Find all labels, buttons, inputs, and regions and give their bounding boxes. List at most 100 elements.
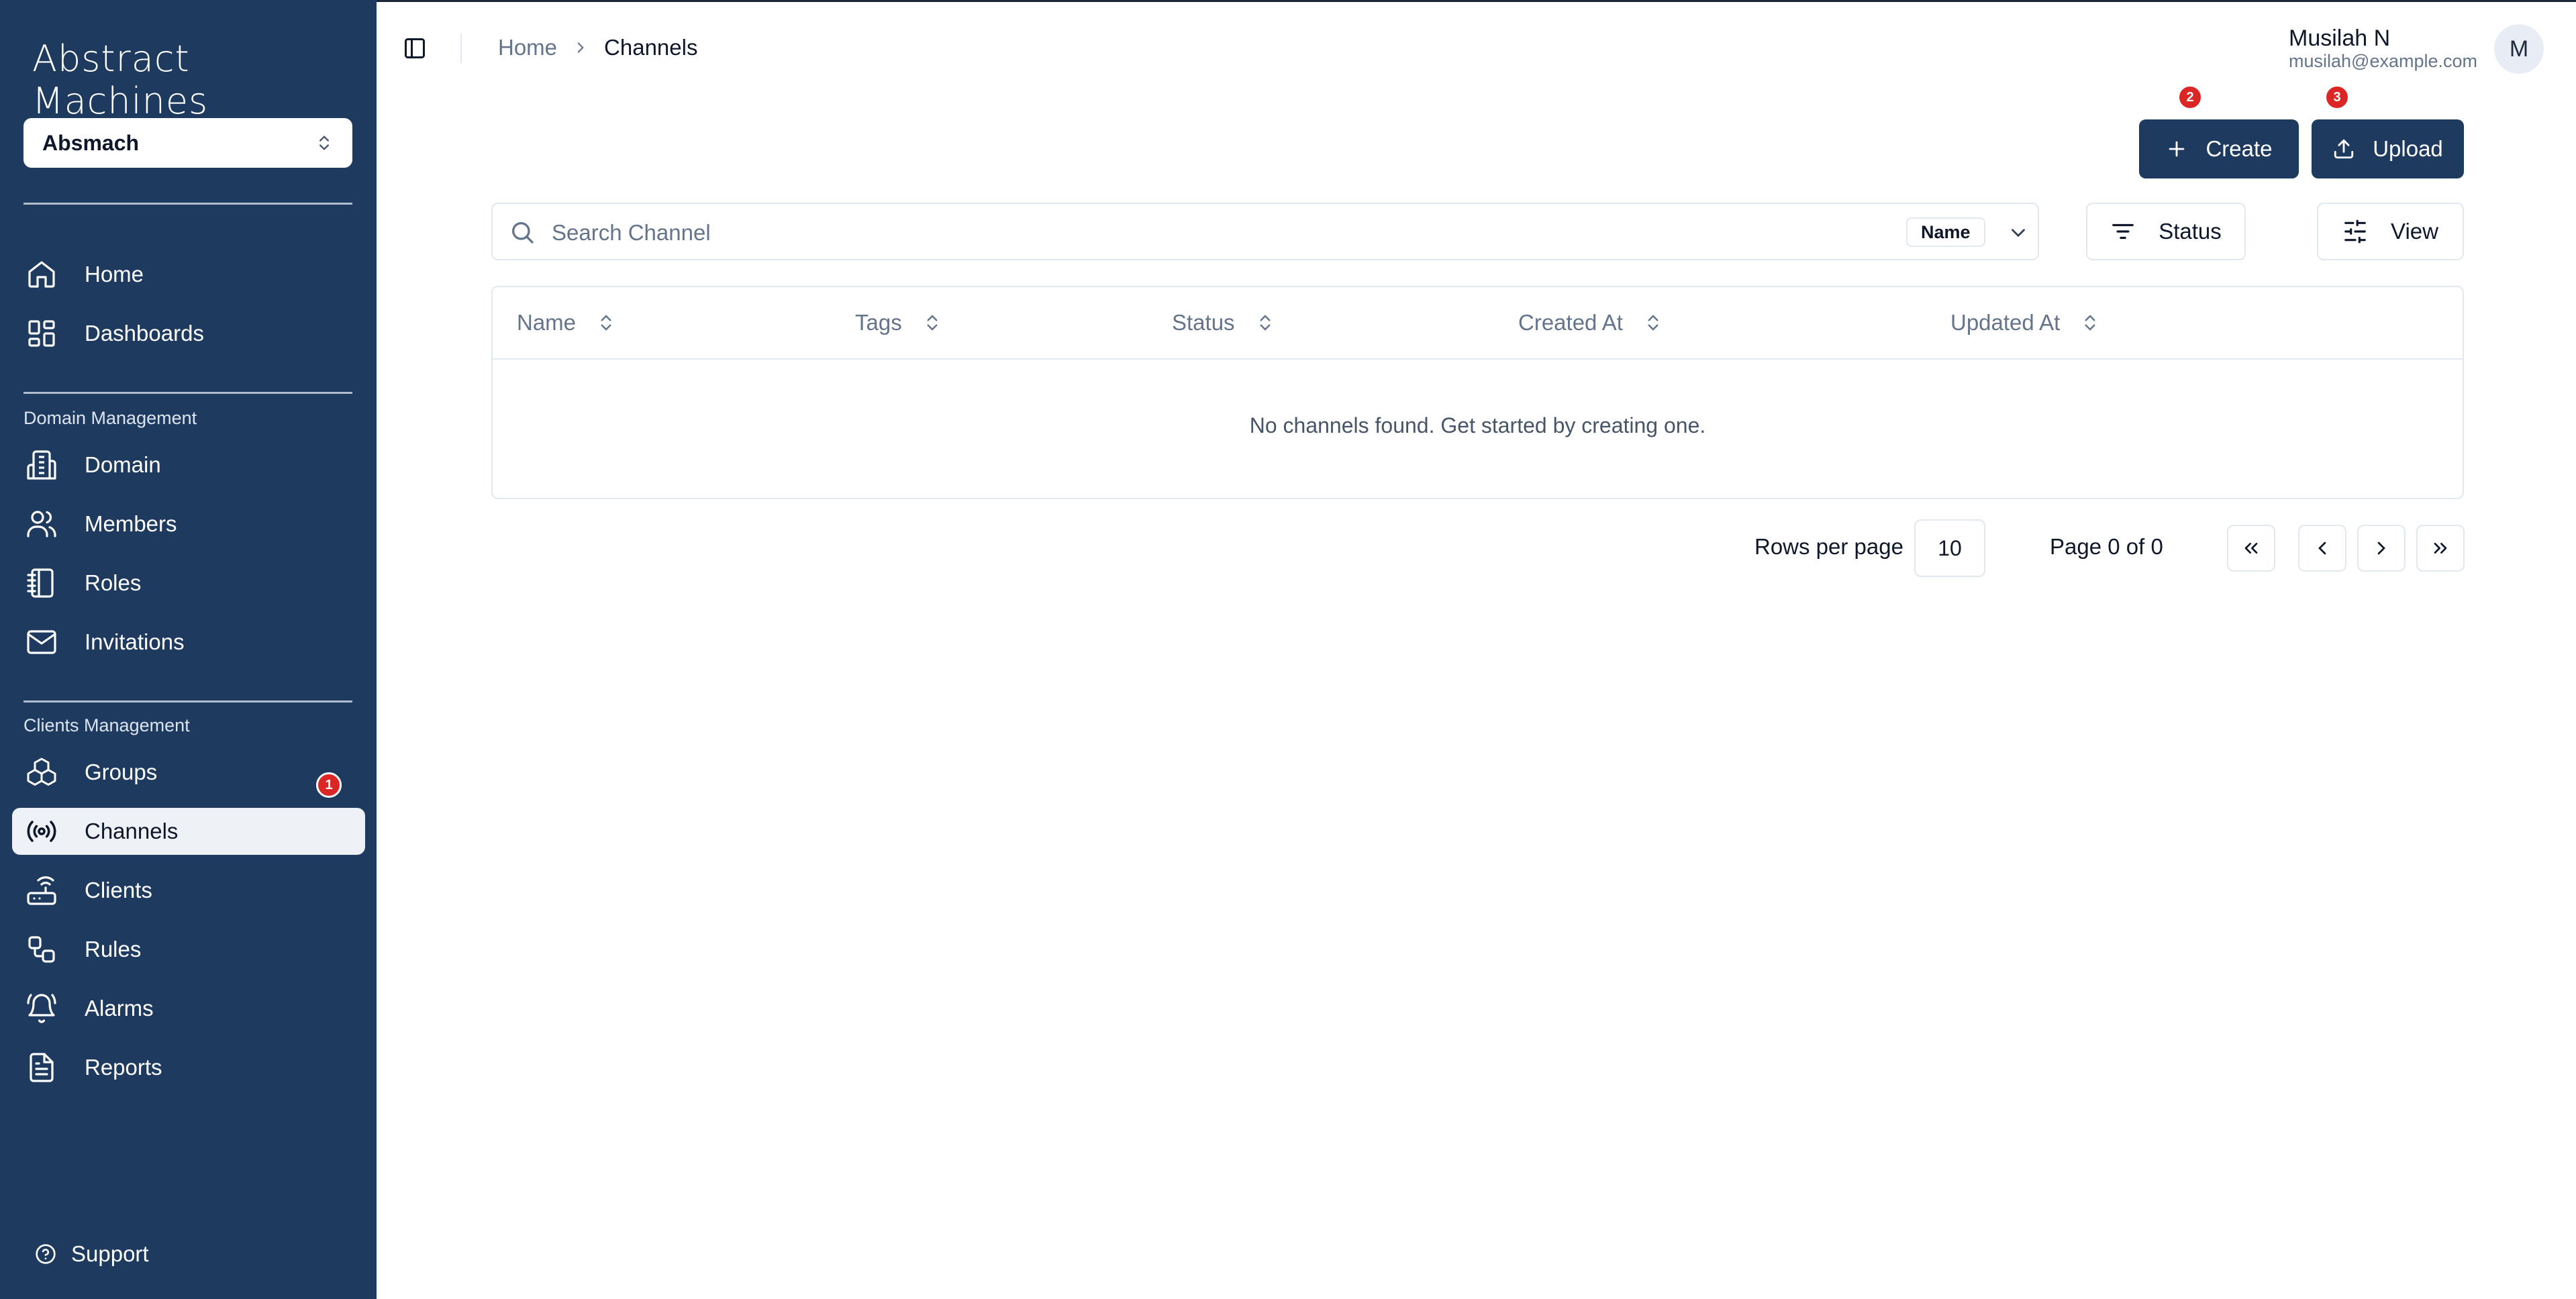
upload-label: Upload bbox=[2373, 136, 2443, 161]
chevron-right-icon bbox=[2377, 541, 2385, 555]
sidebar-item-label: Groups bbox=[85, 760, 158, 784]
column-header-status[interactable]: Status bbox=[1172, 310, 1275, 335]
chevron-up-down-icon bbox=[319, 136, 329, 150]
sidebar-toggle-icon[interactable] bbox=[403, 36, 427, 60]
last-page-button[interactable] bbox=[2416, 525, 2465, 572]
column-label: Tags bbox=[855, 310, 902, 335]
dashboard-icon bbox=[24, 316, 59, 351]
domain-selector[interactable]: Absmach bbox=[23, 118, 352, 168]
app-logo[interactable]: Abstract Machines bbox=[32, 38, 377, 122]
status-filter-label: Status bbox=[2159, 219, 2222, 244]
section-label-clients-management: Clients Management bbox=[23, 715, 190, 735]
sidebar-divider bbox=[23, 203, 352, 205]
column-label: Updated At bbox=[1950, 310, 2061, 335]
sidebar-item-label: Reports bbox=[85, 1055, 162, 1080]
search-field-select[interactable]: Name bbox=[1906, 217, 1985, 247]
table-header: Name Tags Status Created At Updated At bbox=[493, 287, 2463, 360]
home-icon bbox=[24, 257, 59, 292]
sidebar-item-invitations[interactable]: Invitations bbox=[12, 619, 365, 666]
rows-per-page-select[interactable]: 10 bbox=[1914, 519, 1985, 577]
top-border bbox=[0, 0, 2576, 2]
users-icon bbox=[24, 507, 59, 541]
workflow-icon bbox=[24, 932, 59, 967]
building-icon bbox=[24, 448, 59, 482]
sidebar-item-reports[interactable]: Reports bbox=[12, 1044, 365, 1091]
notebook-icon bbox=[24, 566, 59, 601]
column-header-tags[interactable]: Tags bbox=[855, 310, 942, 335]
sidebar-item-home[interactable]: Home bbox=[12, 251, 365, 298]
boxes-icon bbox=[24, 755, 59, 790]
chevrons-right-icon bbox=[2434, 543, 2447, 554]
search-input[interactable]: Search Channel bbox=[552, 220, 711, 246]
sort-icon bbox=[927, 315, 938, 331]
sidebar-item-groups[interactable]: Groups bbox=[12, 749, 365, 796]
sidebar-item-roles[interactable]: Roles bbox=[12, 560, 365, 607]
chevron-down-icon[interactable] bbox=[2007, 221, 2030, 244]
section-label-domain-management: Domain Management bbox=[23, 408, 197, 428]
column-header-name[interactable]: Name bbox=[517, 310, 616, 335]
sidebar-item-channels[interactable]: Channels bbox=[12, 808, 365, 855]
previous-page-button[interactable] bbox=[2298, 525, 2346, 572]
create-button[interactable]: Create bbox=[2139, 119, 2299, 178]
support-link[interactable]: Support bbox=[35, 1241, 149, 1267]
upload-icon bbox=[2334, 139, 2354, 159]
sidebar-item-label: Invitations bbox=[85, 629, 185, 654]
search-icon bbox=[512, 222, 534, 244]
breadcrumb: Home Channels bbox=[498, 35, 697, 60]
rows-per-page-label: Rows per page bbox=[1754, 534, 1903, 559]
next-page-button[interactable] bbox=[2357, 525, 2406, 572]
sidebar-item-label: Roles bbox=[85, 570, 142, 595]
mail-icon bbox=[24, 625, 59, 660]
domain-selector-value: Absmach bbox=[42, 130, 140, 155]
sidebar-item-rules[interactable]: Rules bbox=[12, 926, 365, 973]
sort-icon bbox=[1648, 315, 1658, 331]
sidebar-item-domain[interactable]: Domain bbox=[12, 441, 365, 488]
chevron-right-icon bbox=[572, 39, 589, 56]
sidebar-divider bbox=[23, 392, 352, 394]
create-label: Create bbox=[2206, 136, 2273, 161]
sidebar-item-members[interactable]: Members bbox=[12, 501, 365, 548]
avatar[interactable]: M bbox=[2494, 24, 2544, 74]
sidebar-item-label: Rules bbox=[85, 937, 142, 962]
header-separator bbox=[460, 34, 462, 63]
support-label: Support bbox=[71, 1241, 149, 1266]
sidebar-item-label: Members bbox=[85, 511, 177, 536]
sidebar-item-label: Domain bbox=[85, 452, 161, 477]
sidebar-item-alarms[interactable]: Alarms bbox=[12, 985, 365, 1032]
sidebar-item-label: Clients bbox=[85, 878, 152, 902]
router-icon bbox=[24, 873, 59, 908]
sidebar-item-label: Channels bbox=[85, 819, 179, 843]
column-label: Name bbox=[517, 310, 577, 335]
sidebar-item-label: Alarms bbox=[85, 996, 154, 1021]
sidebar: Abstract Machines Absmach Home Dashboard… bbox=[0, 0, 377, 1299]
user-info[interactable]: Musilah N musilah@example.com bbox=[2289, 25, 2477, 71]
create-badge: 2 bbox=[2177, 85, 2203, 110]
sidebar-item-dashboards[interactable]: Dashboards bbox=[12, 310, 365, 357]
sidebar-item-clients[interactable]: Clients bbox=[12, 867, 365, 914]
chevron-left-icon bbox=[2318, 541, 2326, 555]
user-email: musilah@example.com bbox=[2289, 51, 2478, 71]
bell-icon bbox=[24, 991, 59, 1026]
first-page-button[interactable] bbox=[2227, 525, 2275, 572]
search-bar: Search Channel Name bbox=[491, 203, 2039, 260]
status-filter-button[interactable]: Status bbox=[2086, 203, 2246, 260]
sliders-icon bbox=[2344, 219, 2366, 244]
page-info: Page 0 of 0 bbox=[2050, 534, 2163, 559]
sidebar-item-label: Home bbox=[85, 262, 144, 287]
breadcrumb-home[interactable]: Home bbox=[498, 35, 557, 60]
upload-button[interactable]: Upload bbox=[2312, 119, 2464, 178]
empty-state-message: No channels found. Get started by creati… bbox=[1249, 413, 1706, 437]
groups-badge: 1 bbox=[316, 772, 342, 798]
help-circle-icon bbox=[36, 1244, 56, 1264]
radio-icon bbox=[24, 814, 59, 849]
sort-icon bbox=[1260, 315, 1271, 331]
view-options-button[interactable]: View bbox=[2317, 203, 2464, 260]
sidebar-divider bbox=[23, 700, 352, 703]
file-text-icon bbox=[24, 1050, 59, 1085]
view-options-label: View bbox=[2391, 219, 2438, 244]
column-header-created-at[interactable]: Created At bbox=[1518, 310, 1663, 335]
channels-table: Name Tags Status Created At Updated At N… bbox=[491, 286, 2464, 499]
sidebar-item-label: Dashboards bbox=[85, 321, 204, 346]
chevrons-left-icon bbox=[2244, 543, 2258, 554]
column-header-updated-at[interactable]: Updated At bbox=[1950, 310, 2100, 335]
